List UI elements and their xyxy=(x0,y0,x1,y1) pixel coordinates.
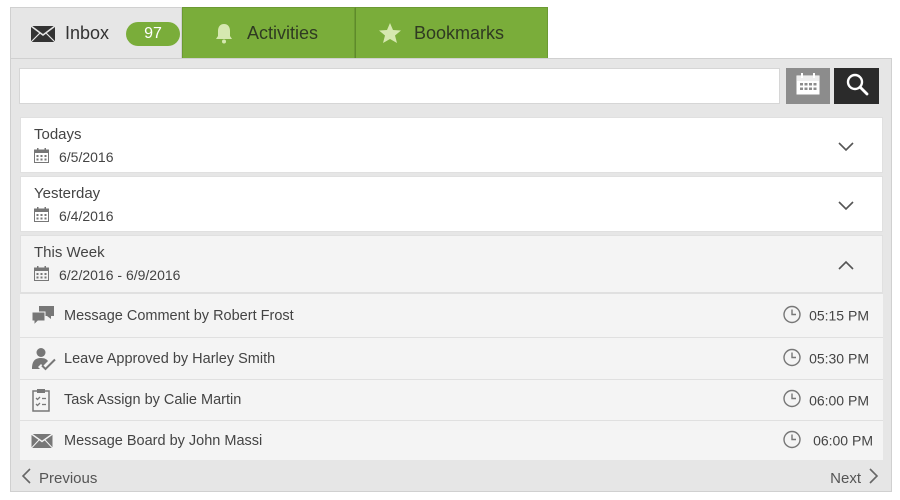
clock-icon xyxy=(783,348,801,369)
calendar-icon xyxy=(34,207,49,225)
group-title: Todays xyxy=(34,126,82,143)
item-time: 05:15 PM xyxy=(783,305,869,326)
list-item[interactable]: Message Comment by Robert Frost 05:15 PM xyxy=(20,293,883,337)
list-item[interactable]: Leave Approved by Harley Smith 05:30 PM xyxy=(20,337,883,379)
calendar-icon xyxy=(34,266,49,284)
calendar-icon xyxy=(796,72,820,100)
next-label: Next xyxy=(830,469,861,487)
group-title: This Week xyxy=(34,244,105,261)
user-check-icon xyxy=(31,347,57,371)
previous-button[interactable]: Previous xyxy=(21,468,97,488)
search-input[interactable] xyxy=(19,68,780,104)
star-icon xyxy=(378,22,402,44)
search-icon xyxy=(845,72,869,101)
calendar-icon xyxy=(34,148,49,166)
item-text: Leave Approved by Harley Smith xyxy=(64,350,276,367)
chevron-down-icon xyxy=(838,139,854,157)
group-date-text: 6/5/2016 xyxy=(59,149,114,165)
group-date: 6/4/2016 xyxy=(34,207,114,225)
comment-icon xyxy=(31,305,55,327)
inbox-count-badge: 97 xyxy=(126,21,181,46)
item-time-text: 05:30 PM xyxy=(809,350,869,367)
clock-icon xyxy=(783,305,801,326)
group-todays[interactable]: Todays 6/5/2016 xyxy=(20,117,883,173)
group-this-week[interactable]: This Week 6/2/2016 - 6/9/2016 xyxy=(20,235,883,293)
item-time-text: 05:15 PM xyxy=(809,307,869,324)
tab-activities[interactable]: Activities xyxy=(182,7,355,59)
item-time: 06:00 PM xyxy=(783,430,873,451)
group-date: 6/5/2016 xyxy=(34,148,114,166)
tab-inbox-label: Inbox xyxy=(65,23,110,43)
tab-activities-label: Activities xyxy=(247,22,319,43)
inbox-panel: Todays 6/5/2016 Yesterday 6/4/2016 This … xyxy=(10,58,892,492)
chevron-right-icon xyxy=(869,468,879,488)
group-title: Yesterday xyxy=(34,185,101,202)
group-yesterday[interactable]: Yesterday 6/4/2016 xyxy=(20,176,883,232)
item-time-text: 06:00 PM xyxy=(809,392,869,408)
clipboard-icon xyxy=(31,388,51,412)
chevron-down-icon xyxy=(838,198,854,216)
clock-icon xyxy=(783,389,801,411)
envelope-icon xyxy=(31,433,53,448)
list-item[interactable]: Task Assign by Calie Martin 06:00 PM xyxy=(20,379,883,420)
list-item[interactable]: Message Board by John Massi 06:00 PM xyxy=(20,420,883,460)
date-picker-button[interactable] xyxy=(786,68,830,104)
group-date-text: 6/2/2016 - 6/9/2016 xyxy=(59,267,181,283)
item-text: Message Board by John Massi xyxy=(64,432,263,449)
item-time: 06:00 PM xyxy=(783,389,869,411)
group-date-text: 6/4/2016 xyxy=(59,208,114,224)
clock-icon xyxy=(783,430,801,451)
tab-bar: Inbox 97 Activities Bookmarks xyxy=(10,7,548,59)
next-button[interactable]: Next xyxy=(830,468,879,488)
item-time-text: 06:00 PM xyxy=(813,432,873,449)
envelope-icon xyxy=(30,24,56,43)
chevron-up-icon xyxy=(838,257,854,275)
bell-icon xyxy=(213,22,235,44)
item-time: 05:30 PM xyxy=(783,348,869,369)
previous-label: Previous xyxy=(39,469,98,487)
tab-bookmarks[interactable]: Bookmarks xyxy=(355,7,548,59)
item-text: Message Comment by Robert Frost xyxy=(64,307,294,324)
group-date: 6/2/2016 - 6/9/2016 xyxy=(34,266,180,284)
chevron-left-icon xyxy=(21,468,31,488)
tab-bookmarks-label: Bookmarks xyxy=(414,22,505,43)
search-button[interactable] xyxy=(834,68,879,104)
tab-inbox[interactable]: Inbox 97 xyxy=(10,7,182,59)
item-text: Task Assign by Calie Martin xyxy=(64,392,242,408)
